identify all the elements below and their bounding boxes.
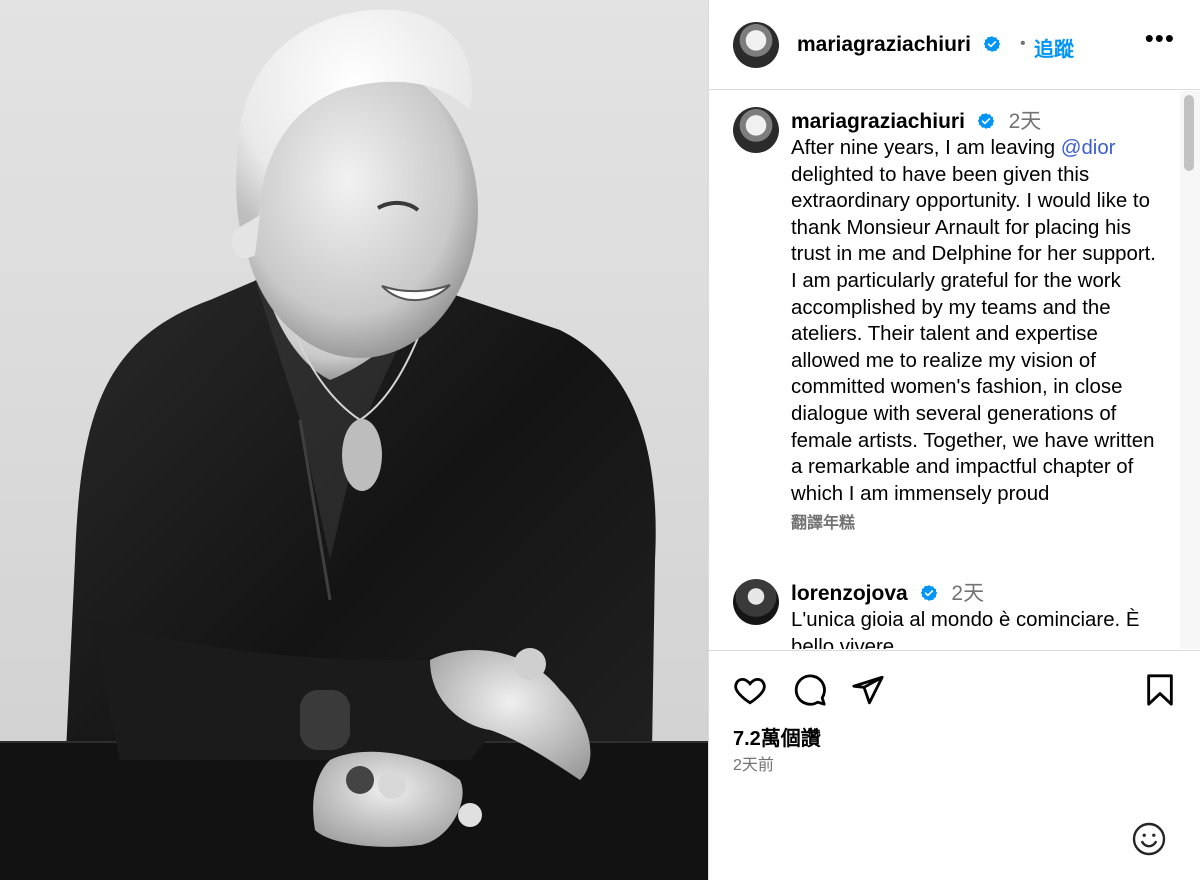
- comment-text: L'unica gioia al mondo è cominciare. È b…: [791, 609, 1146, 649]
- mention-link[interactable]: @dior: [1061, 137, 1116, 159]
- comment-icon[interactable]: [793, 673, 827, 707]
- emoji-icon[interactable]: [1131, 821, 1167, 857]
- comment-username[interactable]: lorenzojova: [791, 582, 908, 605]
- verified-badge-icon: [920, 585, 937, 601]
- caption-text-start: After nine years, I am leaving: [791, 137, 1061, 159]
- comment-avatar[interactable]: [733, 579, 779, 625]
- post-photo: [0, 0, 708, 880]
- likes-count[interactable]: 7.2萬個讚: [733, 722, 821, 751]
- caption-time[interactable]: 2天: [1009, 110, 1042, 133]
- verified-badge-icon: [977, 113, 994, 129]
- more-options-icon[interactable]: •••: [1145, 25, 1175, 51]
- portrait-image: [0, 9, 708, 880]
- author-username[interactable]: mariagraziachiuri: [797, 33, 1001, 57]
- caption-username[interactable]: mariagraziachiuri: [791, 110, 965, 133]
- caption-text-body: delighted to have been given this extrao…: [791, 163, 1162, 505]
- post-header: mariagraziachiuri • 追蹤 •••: [709, 0, 1200, 90]
- verified-badge-icon: [983, 36, 1000, 52]
- post-side-panel: mariagraziachiuri • 追蹤 ••• mariagraziach…: [708, 0, 1200, 880]
- comment-time[interactable]: 2天: [951, 582, 984, 605]
- translate-link[interactable]: 翻譯年糕: [791, 509, 1161, 533]
- follow-button[interactable]: 追蹤: [1034, 33, 1074, 62]
- caption-avatar[interactable]: [733, 107, 779, 153]
- author-avatar[interactable]: [733, 22, 779, 68]
- heart-icon[interactable]: [733, 673, 767, 707]
- caption-text: After nine years, I am leaving @dior del…: [791, 135, 1161, 507]
- action-bar: 7.2萬個讚 2天前: [709, 650, 1200, 880]
- send-icon[interactable]: [851, 673, 885, 707]
- header-separator: •: [1020, 35, 1026, 52]
- post-date[interactable]: 2天前: [733, 751, 774, 775]
- comments-list: mariagraziachiuri 2天 After nine years, I…: [709, 91, 1200, 649]
- bookmark-icon[interactable]: [1143, 673, 1177, 707]
